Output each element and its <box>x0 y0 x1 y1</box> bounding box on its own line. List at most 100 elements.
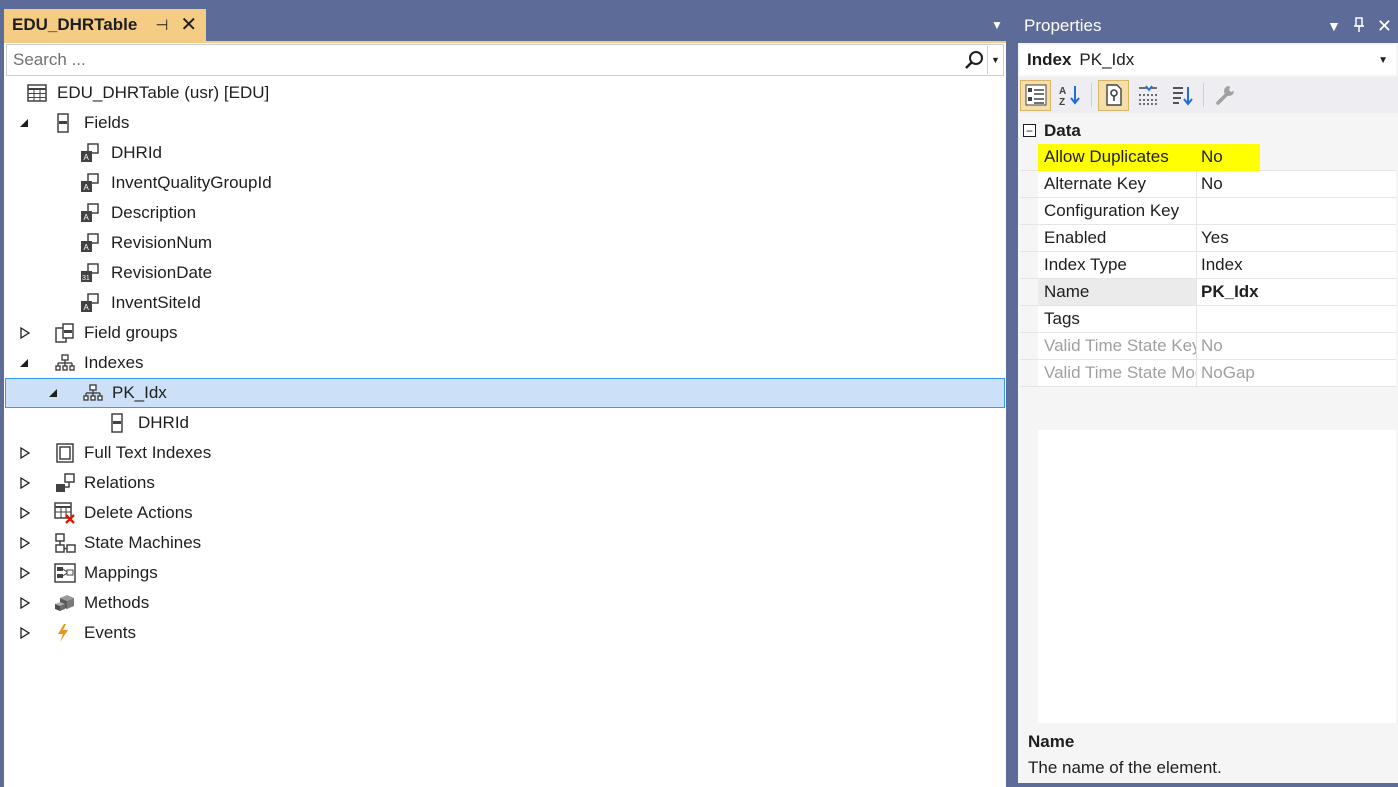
pin-icon[interactable] <box>1353 16 1365 36</box>
collapsed-arrow-icon[interactable] <box>18 506 32 520</box>
property-value[interactable]: Yes <box>1197 225 1396 251</box>
collapsed-arrow-icon[interactable] <box>18 596 32 610</box>
tree-node-state-machines[interactable]: State Machines <box>4 528 1006 558</box>
property-value[interactable] <box>1197 198 1396 224</box>
tree-node-label: Relations <box>84 473 155 492</box>
tree-node-full-text-indexes[interactable]: Full Text Indexes <box>4 438 1006 468</box>
property-name: Valid Time State Mode <box>1038 360 1197 386</box>
tree-node-delete-actions[interactable]: Delete Actions <box>4 498 1006 528</box>
tree-index-field-item[interactable]: DHRId <box>4 408 1006 438</box>
tree-node-label: Methods <box>84 593 150 612</box>
category-data[interactable]: − Data <box>1020 117 1396 144</box>
tree-field-label: RevisionNum <box>111 233 213 252</box>
tree-node-indexes[interactable]: Indexes <box>4 348 1006 378</box>
expanded-arrow-icon[interactable] <box>17 116 31 130</box>
properties-title: Properties <box>1024 16 1102 35</box>
close-icon[interactable]: ✕ <box>180 15 197 35</box>
toolbar-separator <box>1091 83 1092 107</box>
tree-node-field-groups[interactable]: Field groups <box>4 318 1006 348</box>
methods-cube-icon <box>54 592 76 614</box>
property-value[interactable]: PK_Idx <box>1197 279 1396 305</box>
tree-node-events[interactable]: Events <box>4 618 1006 648</box>
tree-field-label: Description <box>111 203 197 222</box>
properties-body: Index PK_Idx ▼ AZ − Data Allow Duplicate… <box>1018 43 1398 783</box>
collapsed-arrow-icon[interactable] <box>18 626 32 640</box>
tree-node-label: State Machines <box>84 533 202 552</box>
tree-field-label: RevisionDate <box>111 263 213 282</box>
property-row-name[interactable]: Name PK_Idx <box>1020 279 1396 306</box>
tree-field-item[interactable]: 31 RevisionDate <box>4 258 1006 288</box>
tree-field-item[interactable]: A DHRId <box>4 138 1006 168</box>
tree-node-label: Field groups <box>84 323 178 342</box>
collapsed-arrow-icon[interactable] <box>18 536 32 550</box>
sort-descending-button[interactable] <box>1166 80 1197 111</box>
string-field-icon: A <box>79 292 101 314</box>
categorized-view-button[interactable] <box>1020 79 1051 111</box>
tree-node-label: Mappings <box>84 563 158 582</box>
table-icon <box>26 82 48 104</box>
tree-field-item[interactable]: A InventQualityGroupId <box>4 168 1006 198</box>
mapping-icon <box>54 562 76 584</box>
object-selector[interactable]: Index PK_Idx ▼ <box>1020 45 1396 75</box>
tab-list-dropdown-icon[interactable]: ▼ <box>988 16 1006 34</box>
tree-field-item[interactable]: A RevisionNum <box>4 228 1006 258</box>
collapse-minus-icon[interactable]: − <box>1023 124 1036 137</box>
property-row-configuration-key[interactable]: Configuration Key <box>1020 198 1396 225</box>
property-row-enabled[interactable]: Enabled Yes <box>1020 225 1396 252</box>
property-name: Configuration Key <box>1038 198 1197 224</box>
tree-field-label: InventSiteId <box>111 293 201 312</box>
svg-text:A: A <box>84 153 90 162</box>
property-name: Alternate Key <box>1038 171 1197 197</box>
property-row-tags[interactable]: Tags <box>1020 306 1396 333</box>
tree-node-relations[interactable]: Relations <box>4 468 1006 498</box>
tree-field-item[interactable]: A Description <box>4 198 1006 228</box>
string-field-icon: A <box>79 232 101 254</box>
search-input[interactable] <box>7 46 961 74</box>
tree-node-label: Full Text Indexes <box>84 443 212 462</box>
properties-window: Properties ▼ ✕ Index PK_Idx ▼ AZ − Data … <box>1018 9 1398 787</box>
document-tab[interactable]: EDU_DHRTable ⊣ ✕ <box>4 9 206 41</box>
tree-node-label: Fields <box>84 113 130 132</box>
property-row-allow-duplicates[interactable]: Allow Duplicates No <box>1020 144 1396 171</box>
property-value[interactable] <box>1197 306 1396 332</box>
search-icon[interactable] <box>961 46 987 74</box>
property-row-index-type[interactable]: Index Type Index <box>1020 252 1396 279</box>
string-field-icon: A <box>79 202 101 224</box>
collapsed-arrow-icon[interactable] <box>18 476 32 490</box>
property-value[interactable]: No <box>1197 171 1396 197</box>
search-options-chevron-icon[interactable]: ▼ <box>987 46 1003 74</box>
tree-node-methods[interactable]: Methods <box>4 588 1006 618</box>
property-name: Valid Time State Key <box>1038 333 1197 359</box>
chevron-down-icon[interactable]: ▼ <box>1378 55 1388 66</box>
tree-field-label: InventQualityGroupId <box>111 173 272 192</box>
window-menu-chevron-icon[interactable]: ▼ <box>1327 18 1341 34</box>
property-row-alternate-key[interactable]: Alternate Key No <box>1020 171 1396 198</box>
properties-page-button[interactable] <box>1098 79 1129 111</box>
document-tab-strip: EDU_DHRTable ⊣ ✕ ▼ <box>0 0 1008 41</box>
tree-node-pk-idx[interactable]: PK_Idx <box>5 378 1005 408</box>
property-name: Tags <box>1038 306 1197 332</box>
document-tab-title: EDU_DHRTable <box>12 15 138 34</box>
pin-icon[interactable]: ⊣ <box>155 16 168 34</box>
tree-field-label: DHRId <box>138 413 190 432</box>
collapsed-arrow-icon[interactable] <box>18 566 32 580</box>
object-type: Index <box>1027 50 1072 69</box>
wrench-icon[interactable] <box>1210 80 1241 111</box>
collapsed-arrow-icon[interactable] <box>18 326 32 340</box>
tree-field-item[interactable]: A InventSiteId <box>4 288 1006 318</box>
property-value[interactable]: No <box>1197 144 1396 170</box>
property-grid-empty-area <box>1020 430 1396 723</box>
expanded-arrow-icon[interactable] <box>46 386 60 400</box>
tree-root[interactable]: EDU_DHRTable (usr) [EDU] <box>4 78 1006 108</box>
collapsed-arrow-icon[interactable] <box>18 446 32 460</box>
close-icon[interactable]: ✕ <box>1377 16 1392 37</box>
events-list-button[interactable] <box>1132 80 1163 111</box>
tree-node-mappings[interactable]: Mappings <box>4 558 1006 588</box>
field-group-icon <box>54 322 76 344</box>
tree-node-label: Delete Actions <box>84 503 193 522</box>
tree-node-fields[interactable]: Fields <box>4 108 1006 138</box>
designer-window: EDU_DHRTable ⊣ ✕ ▼ ▼ EDU_DHRTable (usr) … <box>0 0 1008 787</box>
alphabetical-sort-button[interactable]: AZ <box>1054 80 1085 111</box>
expanded-arrow-icon[interactable] <box>17 356 31 370</box>
property-value[interactable]: Index <box>1197 252 1396 278</box>
